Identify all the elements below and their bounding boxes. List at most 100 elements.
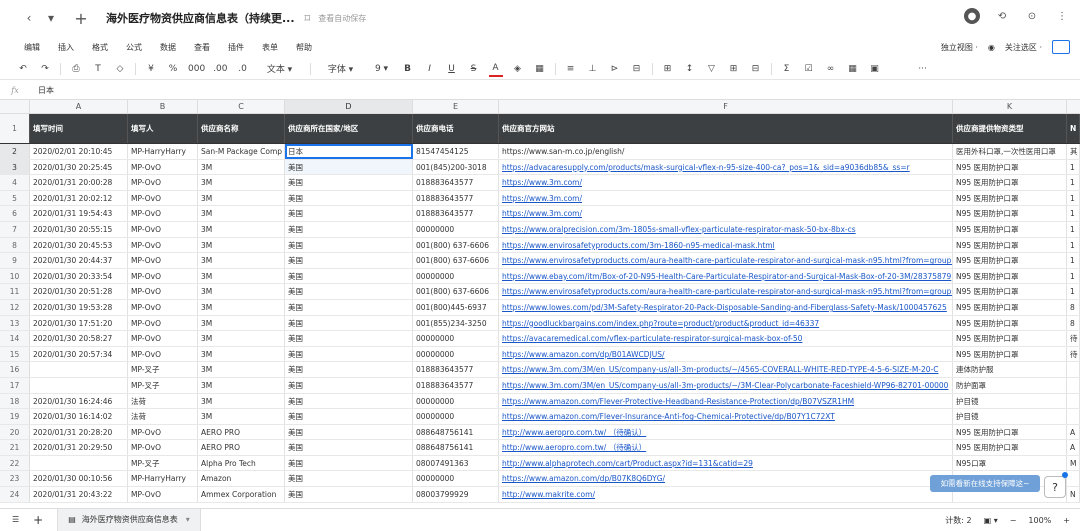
table-cell[interactable]: 法荷 — [128, 409, 198, 424]
header-cell[interactable]: N — [1067, 114, 1080, 143]
avatar[interactable]: ● — [964, 8, 980, 24]
table-cell[interactable]: 1 — [1067, 237, 1080, 253]
table-cell[interactable]: N95 医用防护口罩 — [953, 284, 1067, 299]
row-number[interactable]: 23 — [0, 471, 30, 487]
header-cell[interactable]: 供应商电话 — [413, 114, 499, 143]
table-cell[interactable]: MP-叉子 — [128, 455, 198, 471]
table-cell[interactable]: 2020/02/01 20:10:45 — [30, 144, 128, 159]
table-cell[interactable]: MP-OvO — [128, 284, 198, 299]
sheet-list-icon[interactable]: ☰ — [12, 515, 19, 524]
eye-icon[interactable]: ◉ — [988, 43, 995, 52]
table-cell[interactable]: MP-叉子 — [128, 362, 198, 377]
row-number[interactable]: 12 — [0, 299, 30, 315]
row-number[interactable]: 4 — [0, 175, 30, 190]
table-cell[interactable]: 001(800)445-6937 — [413, 299, 499, 315]
table-cell[interactable]: N95 医用防护口罩 — [953, 237, 1067, 253]
table-cell[interactable]: 3M — [198, 237, 285, 253]
menu-formula[interactable]: 公式 — [126, 42, 142, 53]
row-number[interactable]: 1 — [0, 114, 30, 143]
table-cell[interactable]: http://www.alphaprotech.com/cart/Product… — [499, 455, 953, 471]
table-cell[interactable]: 3M — [198, 362, 285, 377]
row-number[interactable]: 8 — [0, 237, 30, 253]
table-cell[interactable]: 2020/01/30 20:25:45 — [30, 159, 128, 175]
back-icon[interactable]: ‹ — [18, 7, 40, 29]
table-cell[interactable]: MP-OvO — [128, 424, 198, 440]
view-mode-icon[interactable]: ▣ ▾ — [984, 516, 998, 525]
table-cell[interactable]: http://www.aeropro.com.tw/ （待确认） — [499, 424, 953, 440]
table-cell[interactable]: https://avacaremedical.com/vflex-particu… — [499, 331, 953, 346]
table-cell[interactable]: 001(855)234-3250 — [413, 315, 499, 331]
table-cell[interactable]: 81547454125 — [413, 144, 499, 159]
table-cell[interactable]: 3M — [198, 159, 285, 175]
table-cell[interactable]: MP-OvO — [128, 159, 198, 175]
table-cell[interactable]: 018883643577 — [413, 175, 499, 190]
table-cell[interactable]: 3M — [198, 315, 285, 331]
comment-icon[interactable] — [1052, 40, 1070, 54]
table-cell[interactable]: Ammex Corporation — [198, 487, 285, 502]
header-cell[interactable]: 供应商提供物资类型 — [953, 114, 1067, 143]
row-number[interactable]: 20 — [0, 424, 30, 440]
play-icon[interactable]: ⊙ — [1024, 8, 1040, 24]
table-cell[interactable]: 2020/01/30 20:57:34 — [30, 346, 128, 362]
row-number[interactable]: 14 — [0, 331, 30, 346]
table-cell[interactable]: 00000000 — [413, 409, 499, 424]
table-cell[interactable]: https://www.oralprecision.com/3m-1805s-s… — [499, 221, 953, 237]
table-cell[interactable]: N95 医用防护口罩 — [953, 315, 1067, 331]
row-number[interactable]: 17 — [0, 377, 30, 393]
row-number[interactable]: 6 — [0, 206, 30, 221]
table-cell[interactable]: N95 医用防护口罩 — [953, 440, 1067, 455]
table-cell[interactable]: 3M — [198, 377, 285, 393]
table-cell[interactable]: http://www.makrite.com/ — [499, 487, 953, 502]
table-cell[interactable]: 3M — [198, 268, 285, 284]
table-cell[interactable] — [1067, 409, 1080, 424]
row-number[interactable]: 22 — [0, 455, 30, 471]
table-cell[interactable]: 2020/01/30 20:58:27 — [30, 331, 128, 346]
table-icon[interactable]: ⊞ — [727, 61, 741, 77]
table-cell[interactable] — [30, 455, 128, 471]
table-cell[interactable]: https://www.3m.com/ — [499, 175, 953, 190]
table-cell[interactable]: 8 — [1067, 299, 1080, 315]
underline-icon[interactable]: U — [445, 61, 459, 77]
table-cell[interactable]: M — [1067, 455, 1080, 471]
table-cell[interactable]: 美国 — [285, 409, 413, 424]
format-painter-icon[interactable]: T — [91, 61, 105, 77]
table-cell[interactable]: San-M Package Comp — [198, 144, 285, 159]
table-cell[interactable]: 08003799929 — [413, 487, 499, 502]
table-cell[interactable]: 3M — [198, 299, 285, 315]
font-select[interactable]: 字体 ▾ — [319, 61, 363, 77]
sheet-tab[interactable]: ▤ 海外医疗物资供应商信息表 ▾ — [57, 508, 201, 531]
table-cell[interactable]: 日本 — [285, 144, 413, 159]
add-sheet-icon[interactable]: + — [33, 513, 43, 527]
sort-icon[interactable]: ↕ — [683, 61, 697, 77]
table-cell[interactable]: 美国 — [285, 393, 413, 409]
table-cell[interactable]: 1 — [1067, 284, 1080, 299]
table-cell[interactable]: MP-OvO — [128, 253, 198, 268]
menu-insert[interactable]: 插入 — [58, 42, 74, 53]
table-cell[interactable]: 美国 — [285, 315, 413, 331]
document-title[interactable]: 海外医疗物资供应商信息表（持续更... — [106, 10, 295, 26]
table-cell[interactable]: 3M — [198, 253, 285, 268]
table-cell[interactable]: 1 — [1067, 206, 1080, 221]
table-cell[interactable]: 001(800) 637-6606 — [413, 284, 499, 299]
more-tools-icon[interactable]: ··· — [916, 61, 930, 77]
sum-icon[interactable]: Σ — [780, 61, 794, 77]
table-cell[interactable]: N95 医用防护口罩 — [953, 424, 1067, 440]
help-icon[interactable]: ? — [1044, 476, 1066, 498]
table-cell[interactable]: 美国 — [285, 377, 413, 393]
table-cell[interactable]: https://www.envirosafetyproducts.com/aur… — [499, 284, 953, 299]
undo-icon[interactable]: ↶ — [16, 61, 30, 77]
decimal-increase-icon[interactable]: .00 — [213, 61, 227, 77]
select-all-corner[interactable] — [0, 100, 30, 113]
table-cell[interactable]: 00000000 — [413, 221, 499, 237]
zoom-in-icon[interactable]: + — [1063, 516, 1070, 525]
table-cell[interactable]: 美国 — [285, 253, 413, 268]
table-cell[interactable]: 美国 — [285, 190, 413, 206]
thousands-icon[interactable]: 000 — [188, 61, 205, 77]
table-cell[interactable]: 2020/01/30 20:33:54 — [30, 268, 128, 284]
zoom-out-icon[interactable]: − — [1010, 516, 1017, 525]
row-number[interactable]: 13 — [0, 315, 30, 331]
column-header[interactable]: A — [30, 100, 128, 113]
menu-form[interactable]: 表单 — [262, 42, 278, 53]
table-cell[interactable]: N95口罩 — [953, 455, 1067, 471]
insert-chart-icon[interactable]: ▦ — [846, 61, 860, 77]
